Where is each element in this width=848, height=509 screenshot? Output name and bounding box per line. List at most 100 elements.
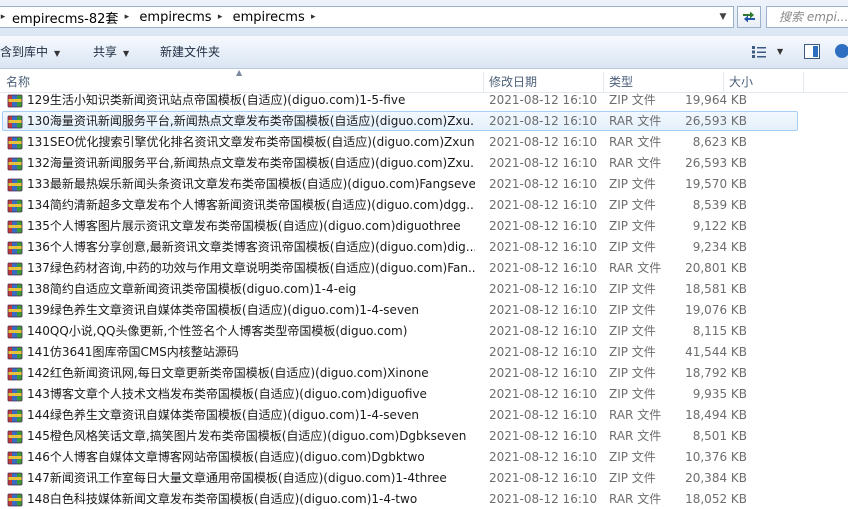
- view-options-icon: [752, 46, 766, 58]
- rar-archive-icon: [7, 408, 23, 423]
- column-size-header[interactable]: 大小: [723, 70, 803, 92]
- file-row[interactable]: 132海量资讯新闻服务平台,新闻热点文章发布类帝国模板(自适应)(diguo.c…: [0, 153, 800, 174]
- file-row[interactable]: 141仿3641图库帝国CMS内核整站源码 2021-08-12 16:10 ZIP…: [0, 342, 800, 363]
- file-size: 18,494 KB: [685, 408, 747, 422]
- command-bar: 含到库中 ▼ 共享 ▼ 新建文件夹 ▼: [0, 36, 848, 69]
- file-row[interactable]: 145橙色风格笑话文章,搞笑图片发布类帝国模板(自适应)(diguo.com)D…: [0, 426, 800, 447]
- address-bar: ▸ empirecms-82套 ▸ empirecms ▸ empirecms ▸ ▼…: [0, 0, 848, 36]
- file-row[interactable]: 144绿色养生文章资讯自媒体类帝国模板(自适应)(diguo.com)1-4-s…: [0, 405, 800, 426]
- file-type: RAR 文件: [609, 408, 662, 422]
- zip-archive-icon: [7, 303, 23, 318]
- file-type: ZIP 文件: [609, 387, 656, 401]
- file-row[interactable]: 143博客文章个人技术文档发布类帝国模板(自适应)(diguo.com)digu…: [0, 384, 800, 405]
- file-size: 19,570 KB: [685, 177, 747, 191]
- file-name: 139绿色养生文章资讯自媒体类帝国模板(自适应)(diguo.com)1-4-s…: [27, 303, 420, 317]
- zip-archive-icon: [7, 198, 23, 213]
- file-modified-date: 2021-08-12 16:10: [489, 135, 598, 149]
- file-size: 20,384 KB: [685, 471, 747, 485]
- address-history-dropdown-icon[interactable]: ▼: [717, 11, 729, 23]
- file-type: ZIP 文件: [609, 177, 656, 191]
- file-type: RAR 文件: [609, 135, 662, 149]
- refresh-button[interactable]: [737, 6, 761, 28]
- zip-archive-icon: [7, 366, 23, 381]
- file-type: ZIP 文件: [609, 345, 656, 359]
- breadcrumb-label: empirecms: [232, 9, 305, 25]
- file-row[interactable]: 129生活小知识类新闻资讯站点帝国模板(自适应)(diguo.com)1-5-f…: [0, 92, 800, 111]
- file-size: 9,122 KB: [692, 219, 747, 233]
- file-size: 18,581 KB: [685, 282, 747, 296]
- file-name: 130海量资讯新闻服务平台,新闻热点文章发布类帝国模板(自适应)(diguo.c…: [27, 114, 475, 128]
- new-folder-button[interactable]: 新建文件夹: [160, 36, 220, 68]
- file-type: ZIP 文件: [609, 303, 656, 317]
- file-type: RAR 文件: [609, 156, 662, 170]
- column-name-header[interactable]: 名称: [0, 70, 483, 92]
- file-row[interactable]: 135个人博客图片展示资讯文章发布类帝国模板(自适应)(diguo.com)di…: [0, 216, 800, 237]
- file-row[interactable]: 138简约自适应文章新闻资讯类帝国模板(diguo.com)1-4-eig 202…: [0, 279, 800, 300]
- file-size: 41,544 KB: [685, 345, 747, 359]
- change-view-button[interactable]: ▼: [751, 43, 791, 61]
- rar-archive-icon: [7, 429, 23, 444]
- column-header: ▲ 名称 修改日期 类型 大小: [0, 68, 848, 93]
- rar-archive-icon: [7, 114, 23, 129]
- help-icon: [835, 44, 848, 58]
- file-size: 8,501 KB: [692, 429, 747, 443]
- file-type: ZIP 文件: [609, 366, 656, 380]
- file-type: ZIP 文件: [609, 198, 656, 212]
- file-row[interactable]: 136个人博客分享创意,最新资讯文章类博客资讯帝国模板(自适应)(diguo.c…: [0, 237, 800, 258]
- chevron-right-icon[interactable]: ▸: [122, 12, 131, 22]
- column-type-header[interactable]: 类型: [603, 70, 723, 92]
- zip-archive-icon: [7, 387, 23, 402]
- column-divider[interactable]: [803, 72, 804, 92]
- file-row[interactable]: 137绿色药材咨询,中药的功效与作用文章说明类帝国模板(自适应)(diguo.c…: [0, 258, 800, 279]
- new-folder-label: 新建文件夹: [160, 45, 221, 59]
- help-button[interactable]: [834, 43, 848, 61]
- file-row[interactable]: 148白色科技媒体新闻文章发布类帝国模板(自适应)(diguo.com)1-4-…: [0, 489, 800, 509]
- file-row[interactable]: 140QQ小说,QQ头像更新,个性签名个人博客类型帝国模板(diguo.com)…: [0, 321, 800, 342]
- file-name: 132海量资讯新闻服务平台,新闻热点文章发布类帝国模板(自适应)(diguo.c…: [27, 156, 475, 170]
- include-in-library-button[interactable]: 含到库中 ▼: [0, 36, 60, 68]
- file-size: 18,052 KB: [685, 492, 747, 506]
- rar-archive-icon: [7, 135, 23, 150]
- file-modified-date: 2021-08-12 16:10: [489, 408, 598, 422]
- file-row[interactable]: 134简约清新超多文章发布个人博客新闻资讯类帝国模板(自适应)(diguo.co…: [0, 195, 800, 216]
- rar-archive-icon: [7, 492, 23, 507]
- file-name: 131SEO优化搜索引擎优化排名资讯文章发布类帝国模板(自适应)(diguo.c…: [27, 135, 475, 149]
- zip-archive-icon: [7, 219, 23, 234]
- file-row[interactable]: 142红色新闻资讯网,每日文章更新类帝国模板(自适应)(diguo.com)Xi…: [0, 363, 800, 384]
- breadcrumb-item[interactable]: empirecms ▸: [227, 7, 320, 27]
- preview-pane-icon: [804, 44, 820, 59]
- file-modified-date: 2021-08-12 16:10: [489, 471, 598, 485]
- file-row[interactable]: 131SEO优化搜索引擎优化排名资讯文章发布类帝国模板(自适应)(diguo.c…: [0, 132, 800, 153]
- zip-archive-icon: [7, 282, 23, 297]
- breadcrumb-item[interactable]: empirecms ▸: [133, 7, 226, 27]
- file-size: 10,376 KB: [685, 450, 747, 464]
- file-modified-date: 2021-08-12 16:10: [489, 387, 598, 401]
- file-row[interactable]: 146个人博客自媒体文章博客网站帝国模板(自适应)(diguo.com)Dgbk…: [0, 447, 800, 468]
- share-button[interactable]: 共享 ▼: [93, 36, 129, 68]
- breadcrumb-item[interactable]: empirecms-82套 ▸: [6, 7, 133, 27]
- file-list[interactable]: 129生活小知识类新闻资讯站点帝国模板(自适应)(diguo.com)1-5-f…: [0, 92, 848, 509]
- file-name: 133最新最热娱乐新闻头条资讯文章发布类帝国模板(自适应)(diguo.com)…: [27, 177, 475, 191]
- file-type: RAR 文件: [609, 261, 662, 275]
- file-size: 9,935 KB: [692, 387, 747, 401]
- preview-pane-button[interactable]: [804, 43, 822, 61]
- column-date-header[interactable]: 修改日期: [483, 70, 603, 92]
- file-row[interactable]: 139绿色养生文章资讯自媒体类帝国模板(自适应)(diguo.com)1-4-s…: [0, 300, 800, 321]
- file-modified-date: 2021-08-12 16:10: [489, 366, 598, 380]
- file-size: 8,539 KB: [692, 198, 747, 212]
- file-row[interactable]: 147新闻资讯工作室每日大量文章通用帝国模板(自适应)(diguo.com)1-…: [0, 468, 800, 489]
- file-modified-date: 2021-08-12 16:10: [489, 492, 598, 506]
- search-input[interactable]: 搜索 empi...: [766, 6, 848, 28]
- file-row[interactable]: 133最新最热娱乐新闻头条资讯文章发布类帝国模板(自适应)(diguo.com)…: [0, 174, 800, 195]
- chevron-right-icon[interactable]: ▸: [216, 12, 225, 22]
- file-modified-date: 2021-08-12 16:10: [489, 240, 598, 254]
- file-modified-date: 2021-08-12 16:10: [489, 177, 598, 191]
- file-modified-date: 2021-08-12 16:10: [489, 219, 598, 233]
- file-name: 138简约自适应文章新闻资讯类帝国模板(diguo.com)1-4-eig: [27, 282, 357, 296]
- file-name: 137绿色药材咨询,中药的功效与作用文章说明类帝国模板(自适应)(diguo.c…: [27, 261, 475, 275]
- file-modified-date: 2021-08-12 16:10: [489, 429, 598, 443]
- file-row[interactable]: 130海量资讯新闻服务平台,新闻热点文章发布类帝国模板(自适应)(diguo.c…: [0, 111, 800, 132]
- breadcrumb[interactable]: ▸ empirecms-82套 ▸ empirecms ▸ empirecms ▸ ▼: [0, 6, 734, 28]
- chevron-right-icon[interactable]: ▸: [309, 12, 318, 22]
- file-modified-date: 2021-08-12 16:10: [489, 261, 598, 275]
